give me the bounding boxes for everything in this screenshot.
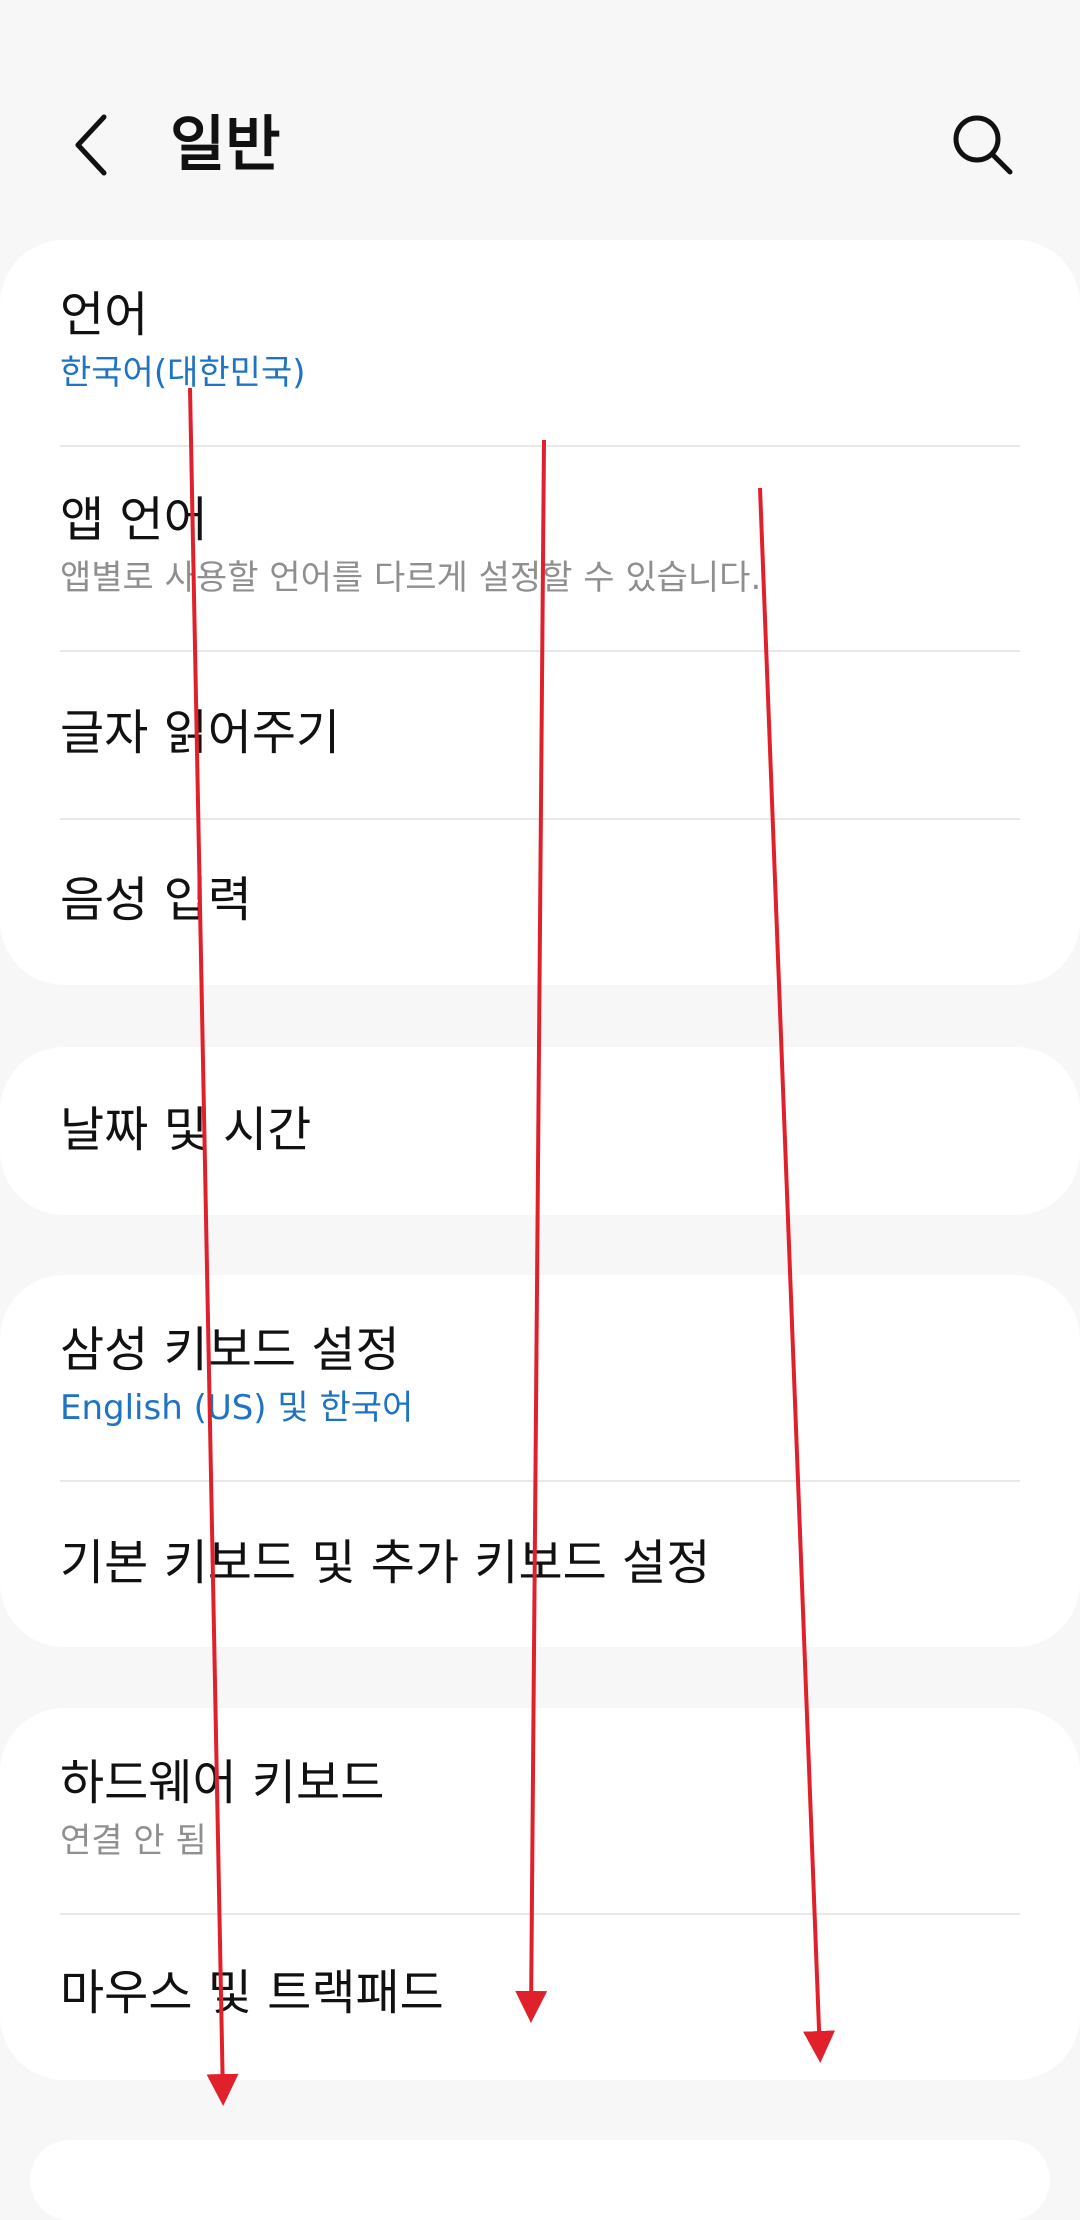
setting-title: 마우스 및 트랙패드 [60, 1965, 444, 2021]
divider [60, 445, 1020, 447]
search-button[interactable] [948, 110, 1018, 180]
search-icon [953, 115, 1013, 175]
setting-item-mouse-trackpad[interactable]: 마우스 및 트랙패드 [60, 1963, 1020, 2023]
setting-subtitle: 한국어(대한민국) [60, 353, 306, 393]
settings-card-language: 언어 한국어(대한민국) 앱 언어 앱별로 사용할 언어를 다르게 설정할 수 … [0, 240, 1080, 985]
page-title: 일반 [170, 110, 281, 180]
divider [60, 1480, 1020, 1482]
setting-item-voice-input[interactable]: 음성 입력 [60, 870, 1020, 930]
setting-title: 기본 키보드 및 추가 키보드 설정 [60, 1535, 711, 1591]
setting-item-hardware-keyboard[interactable]: 하드웨어 키보드 연결 안 됨 [60, 1753, 1020, 1863]
setting-title: 언어 [60, 287, 149, 343]
setting-item-text-to-speech[interactable]: 글자 읽어주기 [60, 703, 1020, 763]
setting-subtitle: 연결 안 됨 [60, 1821, 207, 1861]
divider [60, 650, 1020, 652]
setting-title: 음성 입력 [60, 872, 252, 928]
divider [60, 818, 1020, 820]
setting-subtitle: English (US) 및 한국어 [60, 1388, 414, 1428]
setting-item-app-language[interactable]: 앱 언어 앱별로 사용할 언어를 다르게 설정할 수 있습니다. [60, 490, 1020, 600]
chevron-left-icon [75, 114, 107, 176]
settings-card-date-time: 날짜 및 시간 [0, 1047, 1080, 1215]
setting-title: 삼성 키보드 설정 [60, 1322, 400, 1378]
setting-item-language[interactable]: 언어 한국어(대한민국) [60, 285, 1020, 395]
setting-title: 앱 언어 [60, 492, 208, 548]
settings-card-keyboard: 삼성 키보드 설정 English (US) 및 한국어 기본 키보드 및 추가… [0, 1275, 1080, 1647]
divider [60, 1913, 1020, 1915]
setting-title: 하드웨어 키보드 [60, 1755, 385, 1811]
app-header: 일반 [0, 0, 1080, 240]
settings-card-next-partial [30, 2140, 1050, 2220]
setting-title: 글자 읽어주기 [60, 705, 341, 761]
setting-item-samsung-keyboard[interactable]: 삼성 키보드 설정 English (US) 및 한국어 [60, 1320, 1020, 1430]
back-button[interactable] [62, 105, 122, 185]
setting-subtitle: 앱별로 사용할 언어를 다르게 설정할 수 있습니다. [60, 558, 762, 598]
setting-item-date-time[interactable]: 날짜 및 시간 [60, 1100, 1020, 1160]
settings-card-hardware: 하드웨어 키보드 연결 안 됨 마우스 및 트랙패드 [0, 1708, 1080, 2080]
setting-item-default-keyboard[interactable]: 기본 키보드 및 추가 키보드 설정 [60, 1533, 1020, 1593]
setting-title: 날짜 및 시간 [60, 1102, 312, 1158]
